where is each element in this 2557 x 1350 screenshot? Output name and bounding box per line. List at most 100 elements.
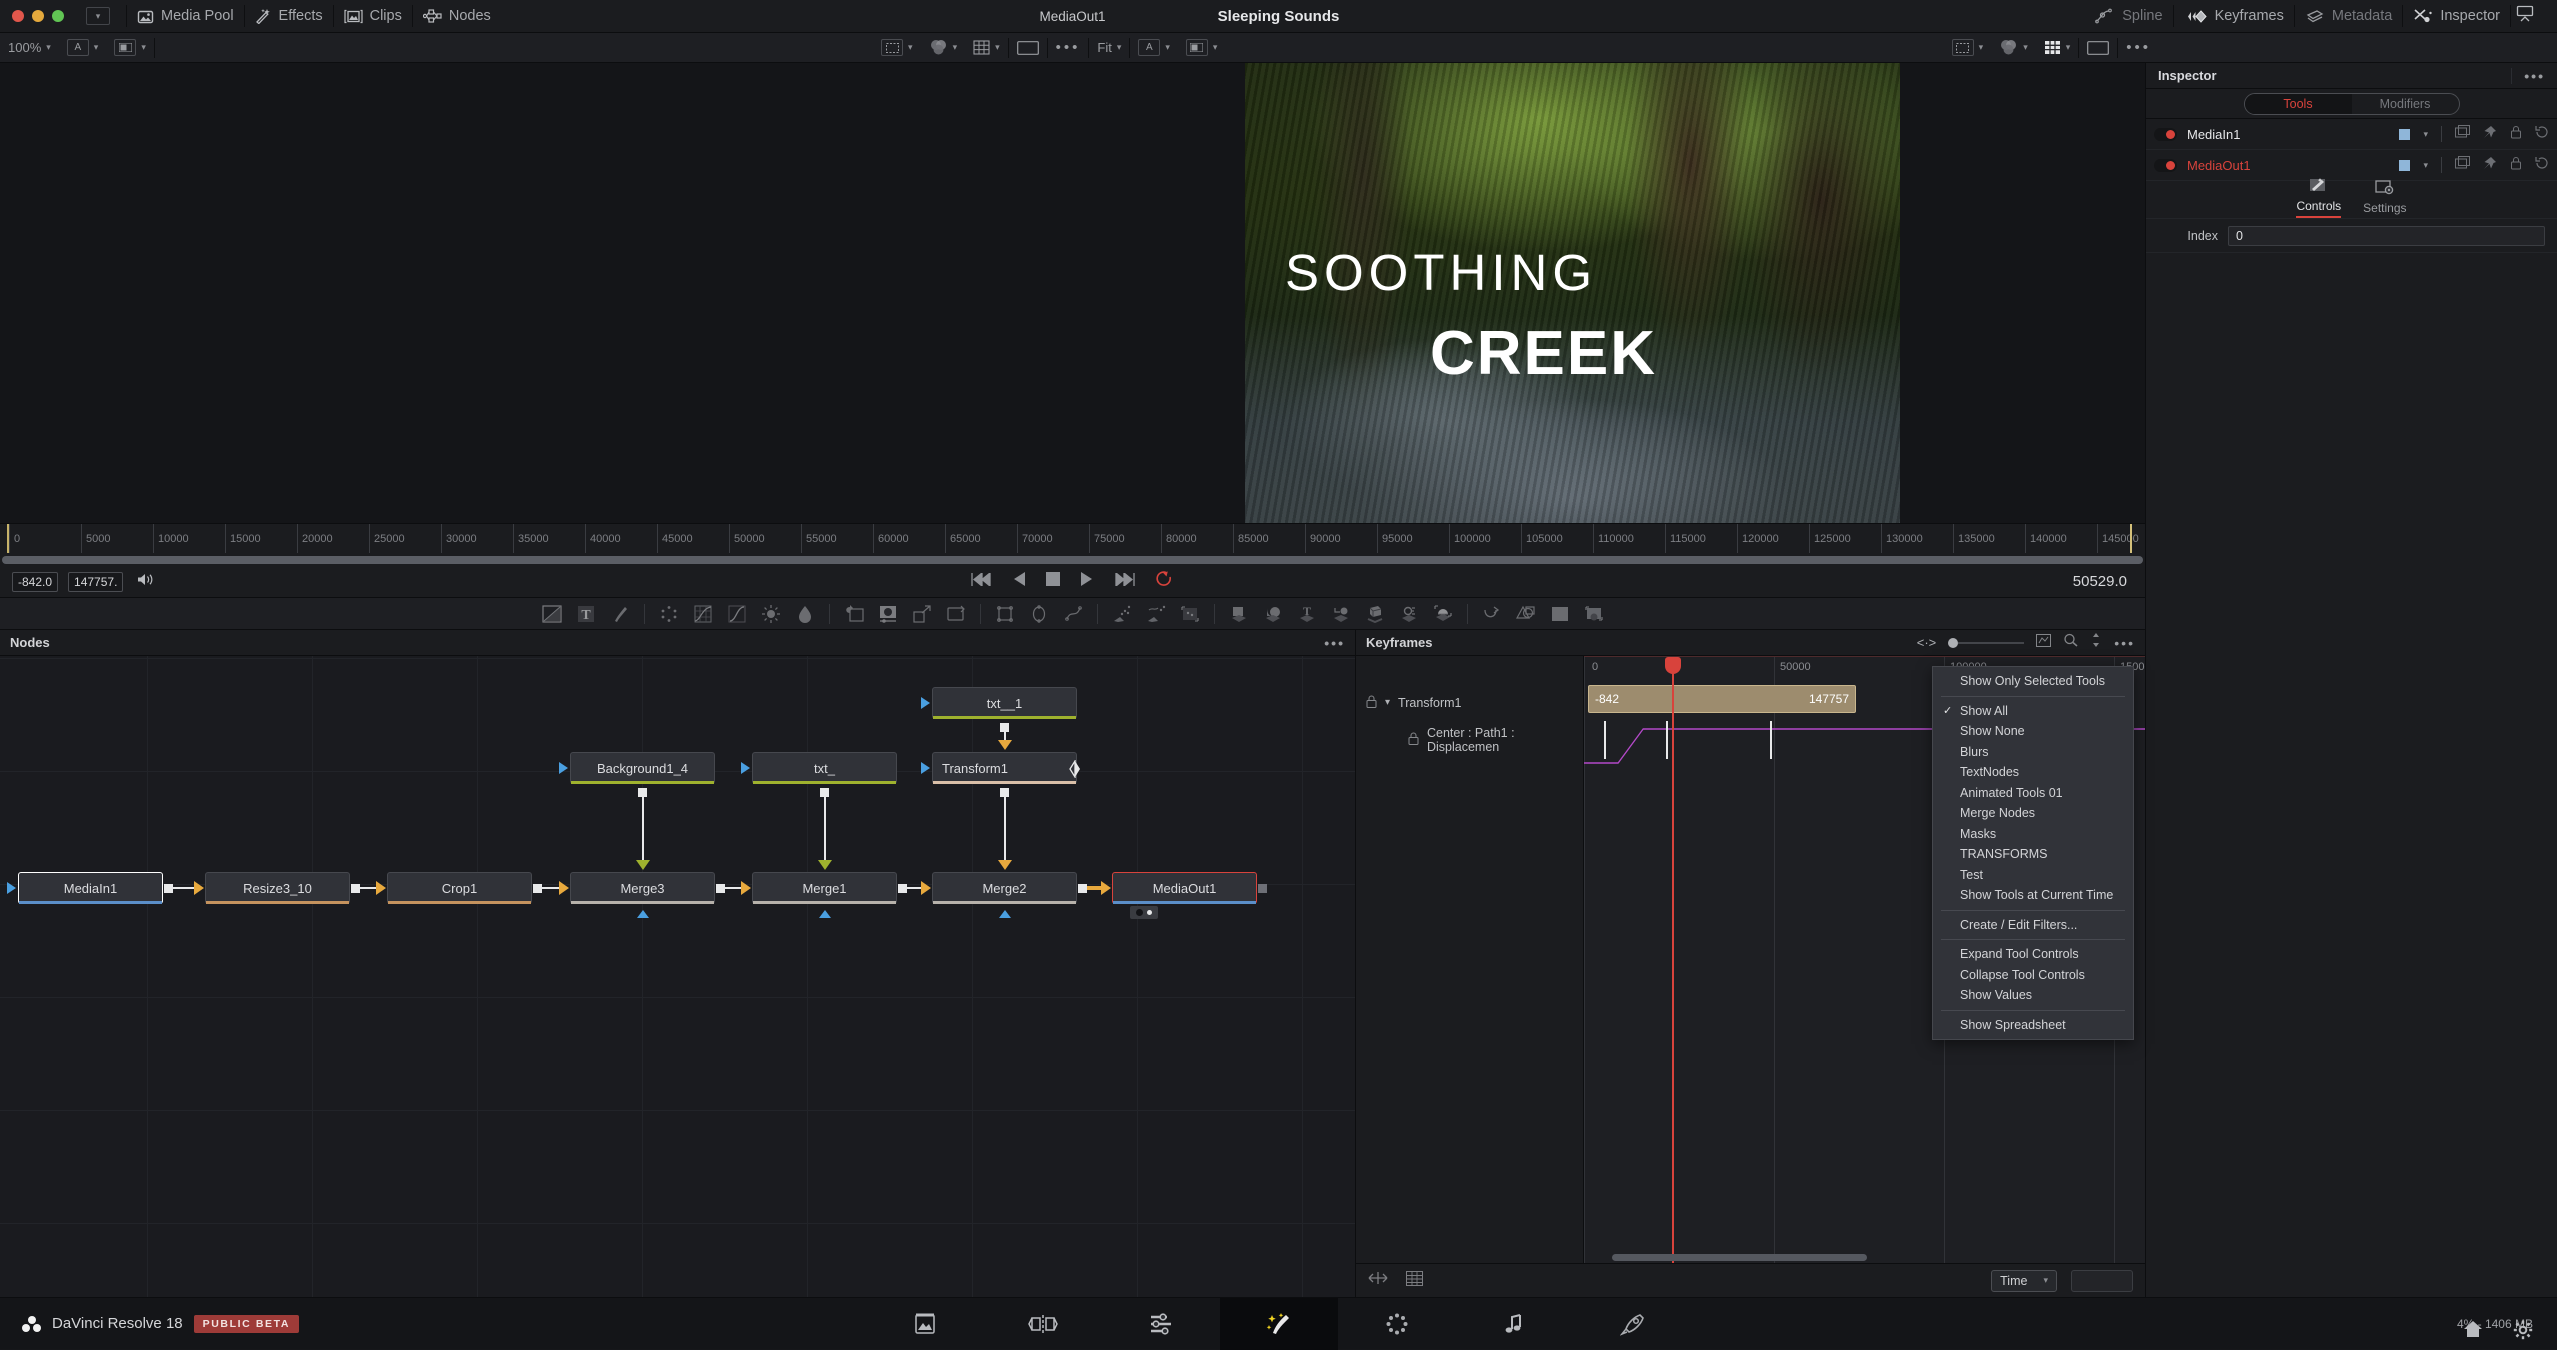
viewer2-grid-button[interactable]: ▾ bbox=[2036, 33, 2079, 63]
enable-toggle[interactable] bbox=[2154, 127, 2177, 141]
node-merge1[interactable]: Merge1 bbox=[752, 872, 907, 918]
lock-icon-2[interactable] bbox=[2510, 156, 2522, 175]
copy-icon[interactable] bbox=[2455, 125, 2470, 143]
brightness-contrast-icon[interactable] bbox=[761, 604, 781, 624]
keyframe-track-row[interactable]: ▾ Transform1 bbox=[1356, 684, 1583, 721]
menu-item-collapse-tool-controls[interactable]: Collapse Tool Controls bbox=[1933, 965, 2133, 986]
node-output-port-bottom[interactable] bbox=[999, 788, 1009, 797]
rotate-tool-icon[interactable] bbox=[946, 604, 966, 624]
lock-icon[interactable] bbox=[1366, 695, 1377, 711]
node-background-input[interactable] bbox=[998, 910, 1011, 918]
node-input-port[interactable] bbox=[921, 697, 930, 709]
menu-item-textnodes[interactable]: TextNodes bbox=[1933, 762, 2133, 783]
node-output-port-bottom[interactable] bbox=[819, 788, 829, 797]
solid-rect-icon[interactable] bbox=[1550, 604, 1570, 624]
node-mediain1[interactable]: MediaIn1 bbox=[7, 872, 173, 904]
index-field[interactable]: 0 bbox=[2228, 225, 2545, 246]
copy-icon-2[interactable] bbox=[2455, 156, 2470, 174]
node-txt-1[interactable]: txt__1 bbox=[921, 687, 1077, 732]
chevron-down-icon[interactable]: ▾ bbox=[2423, 129, 2428, 140]
warp-tool-icon[interactable] bbox=[1482, 604, 1502, 624]
node-output-port-bottom[interactable] bbox=[999, 723, 1009, 732]
chevron-down-icon-2[interactable]: ▾ bbox=[2423, 160, 2428, 171]
menu-item-masks[interactable]: Masks bbox=[1933, 824, 2133, 845]
3d-text-icon[interactable]: T bbox=[1297, 604, 1317, 624]
menu-item-transforms[interactable]: TRANSFORMS bbox=[1933, 844, 2133, 865]
keyframes-value-field[interactable] bbox=[2071, 1269, 2133, 1292]
merge-tool-icon[interactable] bbox=[878, 604, 898, 624]
particle-render-icon[interactable] bbox=[1146, 604, 1166, 624]
keyframe-sort-button[interactable] bbox=[2090, 633, 2102, 652]
3d-camera-icon[interactable] bbox=[1399, 604, 1419, 624]
out-point-field[interactable]: 147757. bbox=[68, 571, 124, 592]
spreadsheet-icon[interactable] bbox=[1406, 1270, 1423, 1291]
node-input-port[interactable] bbox=[7, 882, 16, 894]
node-mediaout1[interactable]: MediaOut1 bbox=[1112, 872, 1267, 904]
node-background-input[interactable] bbox=[636, 910, 649, 918]
transform-tool-icon[interactable] bbox=[844, 604, 864, 624]
current-timecode[interactable]: 50529.0 bbox=[2073, 573, 2145, 590]
node-output-port[interactable] bbox=[351, 884, 360, 893]
timeline-scrollbar[interactable] bbox=[2, 555, 2143, 564]
pin-icon[interactable] bbox=[2483, 125, 2497, 144]
viewer-fullframe-button[interactable] bbox=[1009, 33, 1047, 63]
viewer-fit-dropdown[interactable]: Fit ▾ bbox=[1089, 33, 1129, 63]
page-media[interactable] bbox=[866, 1298, 984, 1350]
node-background1-4[interactable]: Background1_4 bbox=[559, 752, 715, 797]
curve-tool-icon[interactable] bbox=[727, 604, 747, 624]
viewer-options-button[interactable]: ••• bbox=[1048, 33, 1089, 63]
menu-item-create-edit-filters[interactable]: Create / Edit Filters... bbox=[1933, 915, 2133, 936]
toolbar-item-effects[interactable]: Effects bbox=[245, 0, 333, 33]
chevron-down-icon[interactable]: ▾ bbox=[1385, 697, 1390, 708]
page-edit[interactable] bbox=[1102, 1298, 1220, 1350]
viewer-a-selector[interactable]: A ▾ bbox=[59, 33, 107, 63]
node-input-port[interactable] bbox=[559, 762, 568, 774]
audio-mute-button[interactable] bbox=[137, 572, 155, 592]
keyframe-marker[interactable] bbox=[1770, 721, 1772, 759]
menu-item-show-only-selected-tools[interactable]: Show Only Selected Tools bbox=[1933, 671, 2133, 692]
tool-color-chip-2[interactable] bbox=[2399, 159, 2411, 171]
close-window-button[interactable] bbox=[12, 10, 24, 22]
toolbar-item-nodes[interactable]: Nodes bbox=[413, 0, 501, 33]
keyframe-range-bar[interactable]: -842 147757 bbox=[1588, 685, 1856, 713]
node-output-port[interactable] bbox=[716, 884, 725, 893]
3d-shape-icon[interactable] bbox=[1229, 604, 1249, 624]
stop-button[interactable] bbox=[1046, 572, 1060, 591]
keyframe-horizontal-scrollbar[interactable] bbox=[1612, 1254, 1867, 1261]
page-cut[interactable] bbox=[984, 1298, 1102, 1350]
viewer2-options-button[interactable]: ••• bbox=[2118, 33, 2159, 63]
node-output-port-bottom[interactable] bbox=[637, 788, 647, 797]
resize-tool-icon[interactable] bbox=[912, 604, 932, 624]
collapse-panel-button[interactable] bbox=[2511, 5, 2549, 27]
3d-sphere-icon[interactable] bbox=[1263, 604, 1283, 624]
menu-item-show-spreadsheet[interactable]: Show Spreadsheet bbox=[1933, 1015, 2133, 1036]
3d-transform-icon[interactable] bbox=[1331, 604, 1351, 624]
menu-item-expand-tool-controls[interactable]: Expand Tool Controls bbox=[1933, 944, 2133, 965]
skip-to-start-button[interactable] bbox=[971, 571, 993, 591]
blur-drop-icon[interactable] bbox=[795, 604, 815, 624]
maximize-window-button[interactable] bbox=[52, 10, 64, 22]
tab-tools[interactable]: Tools bbox=[2244, 93, 2352, 114]
minimize-window-button[interactable] bbox=[32, 10, 44, 22]
node-view-indicators[interactable] bbox=[1130, 906, 1158, 919]
tool-color-chip[interactable] bbox=[2399, 128, 2411, 140]
3d-cube-icon[interactable] bbox=[1365, 604, 1385, 624]
menu-item-test[interactable]: Test bbox=[1933, 865, 2133, 886]
menu-item-blurs[interactable]: Blurs bbox=[1933, 742, 2133, 763]
keyframes-panel-options-button[interactable]: ••• bbox=[2114, 635, 2135, 651]
toolbar-item-clips[interactable]: Clips bbox=[334, 0, 412, 33]
gradient-tool-icon[interactable] bbox=[541, 604, 562, 624]
node-input-port[interactable] bbox=[921, 762, 930, 774]
toolbar-item-keyframes[interactable]: Keyframes bbox=[2174, 0, 2294, 33]
viewer-layout-selector-2[interactable]: ▾ bbox=[1178, 33, 1226, 63]
layout-preset-dropdown[interactable]: ▾ bbox=[64, 7, 126, 25]
shape-combine-icon[interactable] bbox=[1515, 604, 1536, 624]
viewer2-color-channels-button[interactable]: ▾ bbox=[1991, 33, 2036, 63]
toolbar-item-metadata[interactable]: Metadata bbox=[2295, 0, 2402, 33]
play-forward-button[interactable] bbox=[1080, 572, 1093, 591]
page-fairlight[interactable] bbox=[1456, 1298, 1574, 1350]
inspector-tool-row-mediaout1[interactable]: MediaOut1 ▾ bbox=[2146, 150, 2557, 181]
reset-icon-2[interactable] bbox=[2535, 156, 2549, 175]
node-output-port[interactable] bbox=[898, 884, 907, 893]
viewer-layout-selector[interactable]: ▾ bbox=[106, 33, 154, 63]
